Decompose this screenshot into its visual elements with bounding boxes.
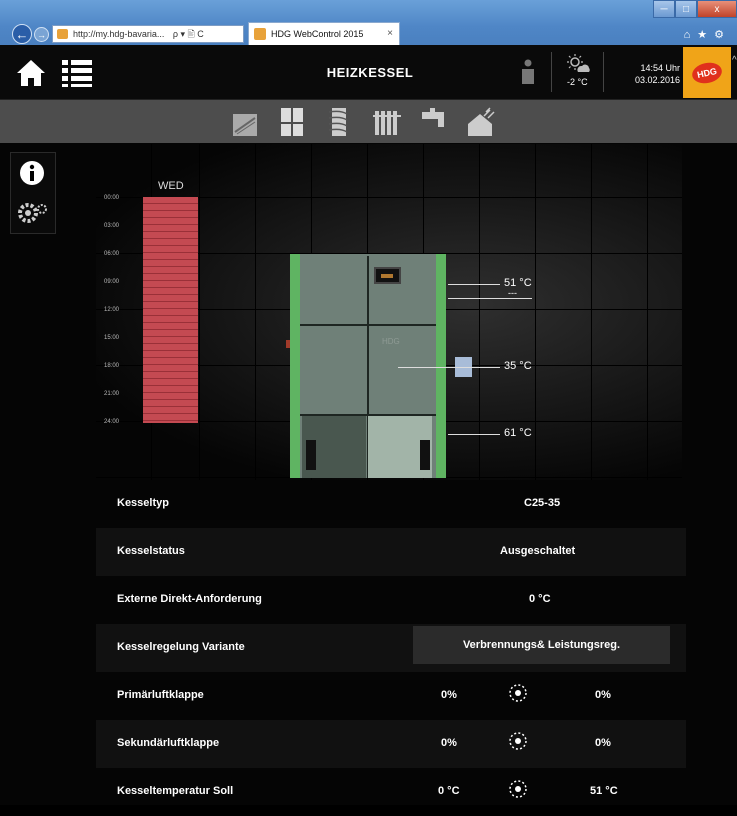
- user-icon[interactable]: [520, 59, 536, 85]
- browser-toolbar-icons[interactable]: ⌂★⚙: [684, 28, 731, 41]
- temp-leader-line: [448, 284, 500, 285]
- hour-label: 12:00: [104, 307, 120, 313]
- schedule-day-label: WED: [158, 180, 184, 192]
- adjust-dial-icon[interactable]: [506, 730, 530, 752]
- tab-favicon-icon: [254, 28, 266, 40]
- temp-leader-line: [448, 298, 532, 299]
- info-icon[interactable]: [19, 160, 45, 186]
- row-value: 0 °C: [438, 785, 460, 797]
- temp-leader-line: [398, 367, 500, 368]
- outside-temperature: -2 °C: [567, 77, 588, 87]
- weather-icon: [567, 54, 590, 72]
- row-value-secondary: 0%: [595, 689, 611, 701]
- hour-label: 18:00: [104, 363, 120, 369]
- list-item: Kesselstatus Ausgeschaltet: [96, 528, 686, 576]
- row-value-secondary: 0%: [595, 737, 611, 749]
- address-url: http://my.hdg-bavaria...: [73, 29, 165, 39]
- radiator-icon[interactable]: [372, 106, 402, 138]
- site-favicon-icon: [57, 29, 68, 39]
- home-icon[interactable]: [16, 58, 46, 88]
- adjust-dial-icon[interactable]: [506, 778, 530, 800]
- clock-time: 14:54 Uhr: [640, 63, 680, 73]
- settings-gear-icon[interactable]: [16, 200, 48, 226]
- close-window-button[interactable]: x: [697, 0, 737, 18]
- boiler-brand: HDG: [382, 337, 400, 346]
- maximize-button[interactable]: □: [675, 0, 697, 18]
- row-label: Kesselstatus: [117, 545, 185, 557]
- list-item: Primärluftklappe 0% 0%: [96, 672, 686, 720]
- row-label: Sekundärluftklappe: [117, 737, 220, 749]
- hour-label: 24:00: [104, 419, 120, 425]
- heating-schedule-bar[interactable]: [143, 197, 198, 423]
- header-divider: [551, 52, 552, 92]
- list-item: Kesseltemperatur Soll 0 °C 51 °C: [96, 768, 686, 816]
- tap-icon[interactable]: [420, 106, 450, 138]
- boiler-foot: [306, 440, 316, 470]
- grid-line: [199, 144, 200, 480]
- back-button[interactable]: ←: [12, 24, 32, 44]
- hour-label: 09:00: [104, 279, 120, 285]
- scroll-up-icon[interactable]: ^: [732, 55, 737, 66]
- control-variant-button[interactable]: Verbrennungs& Leistungsreg.: [413, 626, 670, 664]
- grid-line: [647, 144, 648, 480]
- solar-panel-icon[interactable]: [230, 106, 260, 138]
- boiler-indicator: [286, 340, 290, 348]
- app-header: HEIZKESSEL -2 °C 14:54 Uhr 03.02.2016 HD…: [0, 45, 737, 99]
- address-bar[interactable]: http://my.hdg-bavaria... ρ ▾ 🖹 C: [52, 25, 244, 43]
- hour-label: 03:00: [104, 223, 120, 229]
- row-label: Kesseltyp: [117, 497, 169, 509]
- hour-label: 21:00: [104, 391, 120, 397]
- forward-button[interactable]: →: [34, 27, 49, 42]
- list-item: Sekundärluftklappe 0% 0%: [96, 720, 686, 768]
- clock-date: 03.02.2016: [634, 75, 680, 85]
- hour-label: 00:00: [104, 195, 120, 201]
- list-item: Externe Direkt-Anforderung 0 °C: [96, 576, 686, 624]
- row-label: Primärluftklappe: [117, 689, 204, 701]
- hdg-logo: HDG: [683, 47, 731, 98]
- temp-leader-line: [448, 434, 500, 435]
- row-value: C25-35: [524, 497, 561, 509]
- header-divider: [603, 52, 604, 92]
- grid-line: [535, 144, 536, 480]
- grid-line: [591, 144, 592, 480]
- tab-title: HDG WebControl 2015: [271, 29, 364, 39]
- row-value: 0 °C: [529, 593, 551, 605]
- adjust-dial-icon[interactable]: [506, 682, 530, 704]
- address-actions[interactable]: ρ ▾ 🖹 C: [173, 29, 204, 39]
- list-item: Kesselregelung Variante Verbrennungs& Le…: [96, 624, 686, 672]
- tab-close-icon[interactable]: ×: [387, 23, 393, 45]
- temp-top-sub-value: ---: [508, 288, 517, 298]
- row-value-secondary: 51 °C: [590, 785, 618, 797]
- boiler-display: [374, 267, 401, 284]
- tab-hdg-webcontrol[interactable]: HDG WebControl 2015 ×: [248, 22, 400, 45]
- house-solar-icon[interactable]: [466, 106, 496, 138]
- fridge-icon[interactable]: [277, 106, 307, 138]
- hour-label: 06:00: [104, 251, 120, 257]
- hour-label: 15:00: [104, 335, 120, 341]
- boiler-display-screen: [381, 274, 393, 278]
- row-value: 0%: [441, 737, 457, 749]
- temp-bottom-value: 61 °C: [504, 427, 532, 439]
- row-label: Kesseltemperatur Soll: [117, 785, 234, 797]
- minimize-button[interactable]: ─: [653, 0, 675, 18]
- boiler-foot: [420, 440, 430, 470]
- temp-mid-value: 35 °C: [504, 360, 532, 372]
- row-value: 0%: [441, 689, 457, 701]
- row-label: Externe Direkt-Anforderung: [117, 593, 262, 605]
- page-title: HEIZKESSEL: [326, 65, 414, 80]
- grid-line: [479, 144, 480, 480]
- browser-chrome: ← → http://my.hdg-bavaria... ρ ▾ 🖹 C HDG…: [0, 0, 737, 45]
- buffer-tank-icon[interactable]: [323, 106, 353, 138]
- list-item: Kesseltyp C25-35: [96, 480, 686, 528]
- window-controls: ─ □ x: [653, 0, 737, 19]
- category-toolbar: [0, 99, 737, 143]
- row-label: Kesselregelung Variante: [117, 641, 245, 653]
- row-value: Ausgeschaltet: [500, 545, 576, 557]
- grid-line: [255, 144, 256, 480]
- hdg-logo-text: HDG: [690, 59, 724, 86]
- menu-icon[interactable]: [62, 58, 92, 88]
